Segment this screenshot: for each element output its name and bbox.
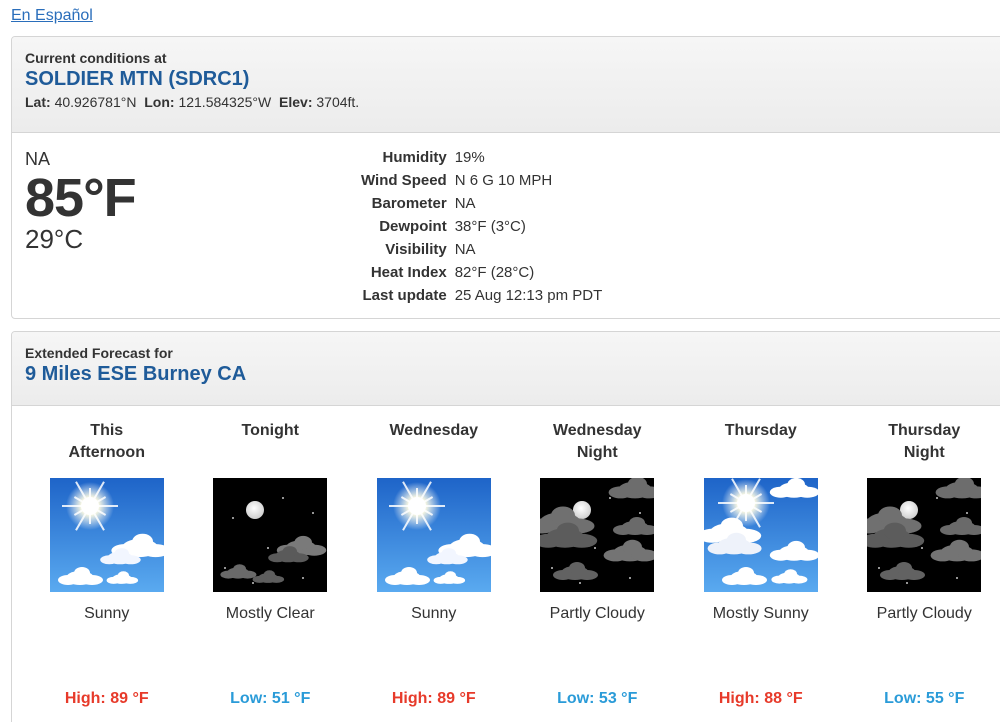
forecast-period: Wednesday Night Partly Cloudy Low: 53 °F: [516, 420, 680, 720]
station-name: SOLDIER MTN (SDRC1): [25, 68, 250, 90]
elev-value: 3704ft.: [316, 94, 360, 110]
forecast-period: Wednesday Sunny High: 89 °F: [352, 420, 516, 720]
partly-cloudy-night-icon[interactable]: [854, 476, 990, 592]
detail-value: 38°F (3°C): [454, 218, 526, 235]
short-forecast: Mostly Clear: [225, 605, 315, 622]
forecast-period: Thursday Night Partly Cloudy Low: 55 °F: [843, 420, 1000, 720]
sunny-day-icon[interactable]: [49, 478, 170, 592]
current-temperature-block: NA 85°F 29°C: [25, 149, 137, 254]
detail-label: Dewpoint: [379, 218, 447, 235]
detail-label: Humidity: [382, 149, 447, 166]
period-name-line2: Night: [576, 444, 618, 461]
forecast-header: Extended Forecast for 9 Miles ESE Burney…: [12, 332, 1000, 406]
detail-row: Barometer NA: [357, 193, 606, 216]
current-condition: NA: [25, 149, 51, 169]
short-forecast: Sunny: [411, 605, 457, 622]
lat-value: 40.926781°N: [54, 94, 137, 110]
detail-value: N 6 G 10 MPH: [454, 172, 553, 189]
detail-value: 19%: [454, 149, 485, 166]
detail-value: 82°F (28°C): [454, 264, 535, 281]
partly-cloudy-night-icon[interactable]: [527, 476, 663, 592]
lon-label: Lon:: [144, 94, 175, 110]
detail-label: Visibility: [385, 241, 447, 258]
detail-label: Heat Index: [370, 264, 447, 281]
period-temperature: High: 88 °F: [718, 690, 803, 707]
sunny-day-icon[interactable]: [376, 478, 497, 592]
period-name: Thursday: [679, 420, 843, 467]
forecast-location: 9 Miles ESE Burney CA: [25, 363, 247, 385]
short-forecast: Sunny: [84, 605, 130, 622]
short-forecast: Partly Cloudy: [876, 605, 972, 622]
current-conditions-header: Current conditions at SOLDIER MTN (SDRC1…: [12, 37, 1000, 133]
current-temp-f: 85°F: [25, 168, 137, 228]
current-temp-c: 29°C: [25, 224, 84, 254]
detail-label: Barometer: [371, 195, 447, 212]
lon-value: 121.584325°W: [178, 94, 272, 110]
detail-value: NA: [454, 241, 476, 258]
current-details-table: Humidity 19% Wind Speed N 6 G 10 MPH Baromet…: [357, 147, 606, 308]
period-name-line1: Wednesday: [552, 422, 642, 439]
period-name-line1: This: [90, 422, 124, 439]
period-name: Thursday Night: [843, 420, 1000, 467]
period-name: Wednesday: [352, 420, 516, 467]
forecast-period: Thursday Mostly Sunny High: 88 °F: [679, 420, 843, 720]
detail-label: Wind Speed: [361, 172, 447, 189]
period-name: Wednesday Night: [516, 420, 680, 467]
period-temperature: High: 89 °F: [391, 690, 476, 707]
forecast-period: Tonight Mostly Clear Low: 51 °F: [189, 420, 353, 720]
current-conditions-kicker: Current conditions at: [25, 50, 167, 66]
period-temperature: High: 89 °F: [64, 690, 149, 707]
period-name-line1: Tonight: [241, 422, 299, 439]
detail-row: Last update 25 Aug 12:13 pm PDT: [357, 285, 606, 308]
period-name: This Afternoon: [25, 420, 189, 467]
detail-row: Dewpoint 38°F (3°C): [357, 216, 606, 239]
period-temperature: Low: 55 °F: [884, 690, 965, 707]
extended-forecast-panel: Extended Forecast for 9 Miles ESE Burney…: [11, 331, 1000, 722]
period-temperature: Low: 53 °F: [557, 690, 638, 707]
mostly-clear-night-icon[interactable]: [213, 478, 328, 592]
lat-label: Lat:: [25, 94, 51, 110]
period-name-line2: Afternoon: [68, 444, 145, 461]
forecast-period: This Afternoon Sunny High: 89 °F: [25, 420, 189, 720]
station-coordinates: Lat: 40.926781°N Lon: 121.584325°W Elev:…: [25, 94, 997, 110]
language-link[interactable]: En Español: [11, 7, 93, 25]
detail-row: Humidity 19%: [357, 147, 606, 170]
detail-value: 25 Aug 12:13 pm PDT: [454, 287, 603, 304]
period-temperature: Low: 51 °F: [230, 690, 311, 707]
detail-value: NA: [454, 195, 476, 212]
detail-row: Heat Index 82°F (28°C): [357, 262, 606, 285]
period-name-line1: Thursday: [724, 422, 797, 439]
period-name: Tonight: [189, 420, 353, 467]
detail-row: Visibility NA: [357, 239, 606, 262]
mostly-sunny-day-icon[interactable]: [697, 477, 820, 592]
period-name-line2: Night: [903, 444, 945, 461]
forecast-kicker: Extended Forecast for: [25, 345, 173, 361]
detail-row: Wind Speed N 6 G 10 MPH: [357, 170, 606, 193]
period-name-line1: Thursday: [888, 422, 961, 439]
short-forecast: Mostly Sunny: [712, 605, 809, 622]
short-forecast: Partly Cloudy: [549, 605, 645, 622]
period-name-line1: Wednesday: [389, 422, 479, 439]
elev-label: Elev:: [279, 94, 313, 110]
current-conditions-panel: Current conditions at SOLDIER MTN (SDRC1…: [11, 36, 1000, 319]
forecast-tombstones: This Afternoon Sunny High: 89 °F Tonight: [25, 420, 1000, 720]
detail-label: Last update: [362, 287, 447, 304]
